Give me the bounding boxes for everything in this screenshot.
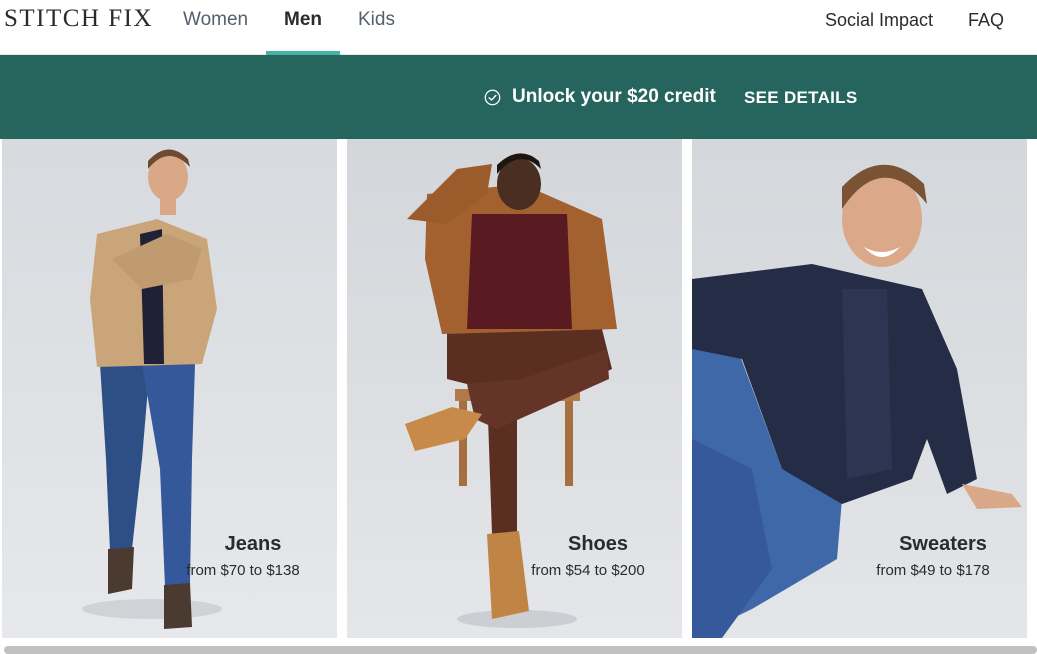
category-card-jeans[interactable]: Jeans from $70 to $138 xyxy=(2,139,337,638)
category-title: Sweaters xyxy=(899,533,987,555)
promo-text: Unlock your $20 credit xyxy=(512,86,716,107)
horizontal-scrollbar[interactable] xyxy=(4,646,1037,654)
promo-banner: Unlock your $20 credit SEE DETAILS xyxy=(0,55,1037,139)
category-card-shoes[interactable]: Shoes from $54 to $200 xyxy=(347,139,682,638)
check-circle-icon xyxy=(484,89,501,106)
nav-link-faq[interactable]: FAQ xyxy=(968,10,1004,31)
category-price-range: from $49 to $178 xyxy=(876,562,990,579)
category-price-range: from $70 to $138 xyxy=(186,562,300,579)
category-title: Shoes xyxy=(567,533,629,555)
category-title: Jeans xyxy=(224,533,282,555)
category-card-sweaters[interactable]: Sweaters from $49 to $178 xyxy=(692,139,1027,638)
nav-link-social-impact[interactable]: Social Impact xyxy=(825,10,933,31)
see-details-link[interactable]: SEE DETAILS xyxy=(744,88,858,108)
site-header: STITCH FIX Women Men Kids Social Impact … xyxy=(0,0,1037,55)
nav-tab-men[interactable]: Men xyxy=(284,9,322,31)
nav-tab-women[interactable]: Women xyxy=(183,9,248,31)
nav-tab-kids[interactable]: Kids xyxy=(358,9,395,31)
category-price-range: from $54 to $200 xyxy=(531,562,645,579)
stitch-fix-logo[interactable]: STITCH FIX xyxy=(4,5,153,33)
